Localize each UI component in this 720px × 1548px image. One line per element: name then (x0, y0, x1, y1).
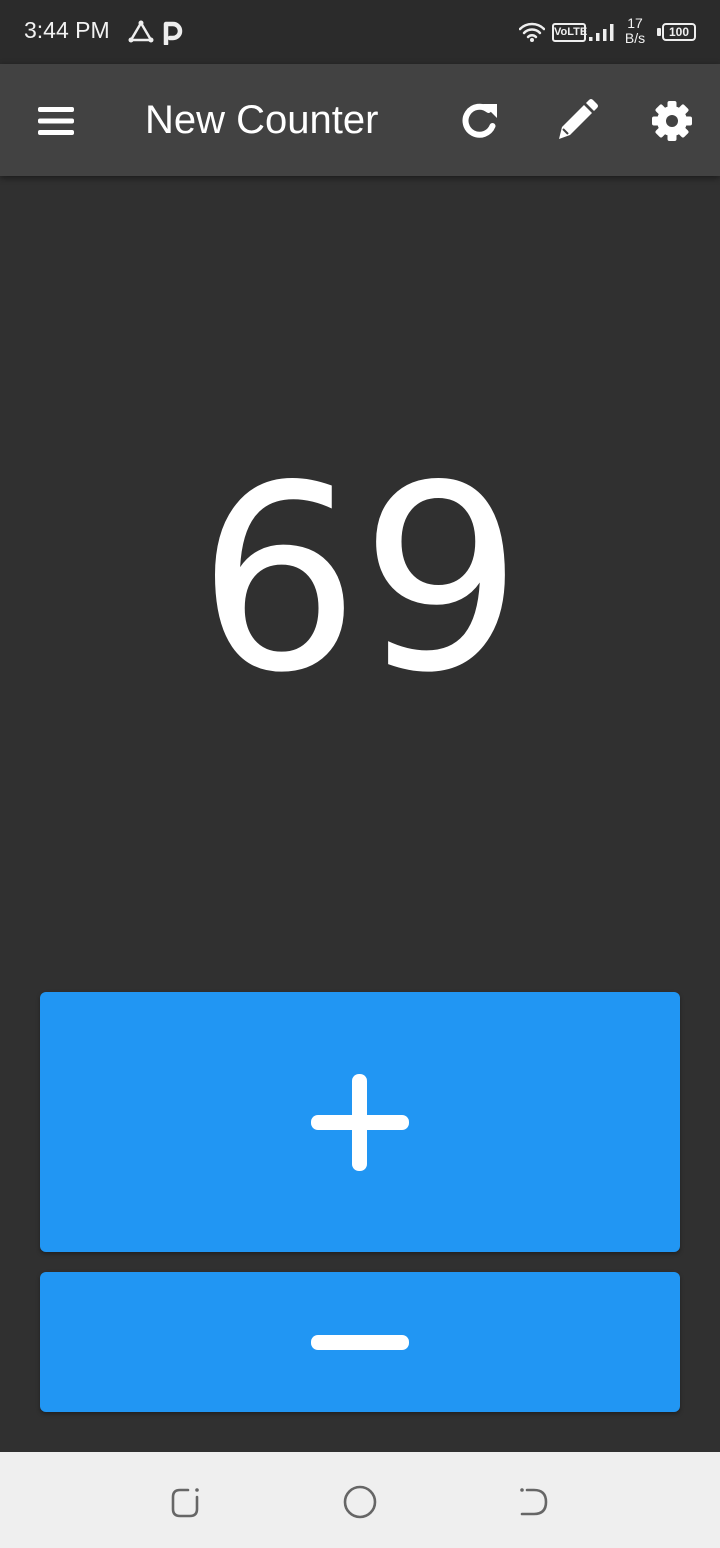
p-app-icon (163, 21, 183, 45)
status-time: 3:44 PM (24, 17, 110, 43)
increment-button[interactable] (40, 992, 680, 1252)
app-bar: New Counter (0, 64, 720, 176)
volte-badge: VoLTE (552, 23, 587, 42)
net-speed-value: 17 (627, 15, 643, 31)
menu-icon[interactable] (31, 96, 81, 146)
decrement-button[interactable] (40, 1272, 680, 1412)
system-nav-bar (0, 1452, 720, 1548)
counter-value: 69 (197, 431, 523, 729)
net-speed-unit: B/s (624, 30, 646, 46)
back-icon[interactable] (514, 1482, 554, 1522)
reset-icon[interactable] (455, 96, 505, 146)
signal-icon (589, 24, 614, 41)
battery-icon: 100 (662, 23, 696, 41)
edit-icon[interactable] (551, 96, 601, 146)
status-bar: 3:44 PM VoLTE 17 B/s 100 (0, 0, 720, 64)
settings-icon[interactable] (647, 96, 697, 146)
triangle-app-icon (128, 20, 154, 43)
wifi-icon (519, 22, 545, 42)
battery-tip (657, 28, 661, 36)
net-speed: 17 B/s (616, 16, 654, 46)
home-icon[interactable] (340, 1482, 380, 1522)
page-title: New Counter (145, 98, 379, 142)
recents-icon[interactable] (166, 1482, 206, 1522)
